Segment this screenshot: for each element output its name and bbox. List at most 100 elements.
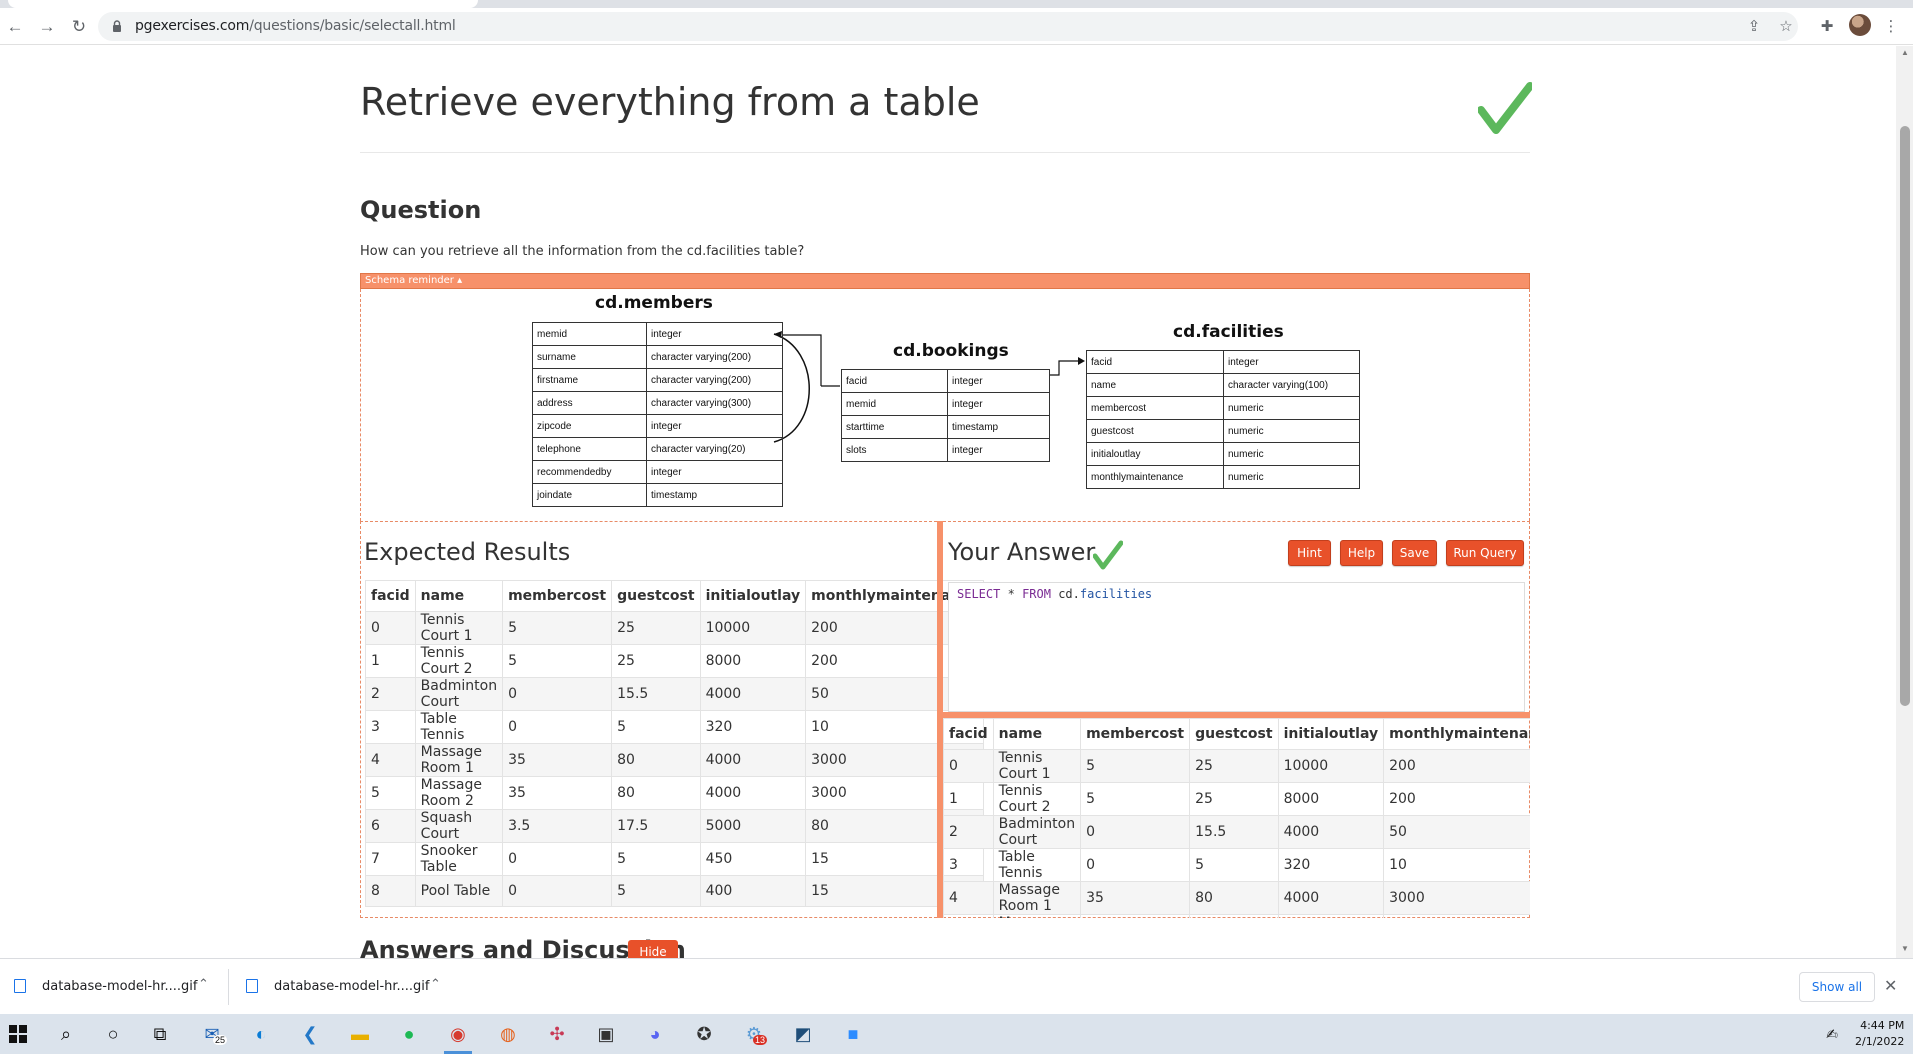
table-row: 6 Squash Court 3.5 17.5 5000 80 xyxy=(365,809,985,843)
url-text[interactable]: pgexercises.com/questions/basic/selectal… xyxy=(135,18,456,34)
close-icon[interactable]: ✕ xyxy=(1884,976,1897,996)
expected-results-panel: Expected Results facid name membercost gues… xyxy=(360,521,985,918)
column-header: membercost xyxy=(502,580,613,612)
schema-column-type: integer xyxy=(1223,350,1360,374)
download-item[interactable]: database-model-hr....gif ⌃ xyxy=(0,959,228,1015)
schema-column-type: character varying(300) xyxy=(646,391,783,415)
address-bar-row: ← → ↻ pgexercises.com/questions/basic/se… xyxy=(0,8,1913,45)
windows-taskbar: ⌕ ○ ⧉ ✉ 25 ◐ ❮ ▬ ● ◉ ◍ ✣ ▣ ◕ ✪ ⚙ 13 ◩ ■ … xyxy=(0,1014,1913,1054)
menu-kebab-icon[interactable]: ⋮ xyxy=(1880,16,1902,38)
schema-column-type: numeric xyxy=(1223,465,1360,489)
schema-column-name: memid xyxy=(841,392,948,416)
chevron-up-icon[interactable]: ⌃ xyxy=(198,976,209,992)
schema-column-type: integer xyxy=(947,438,1050,462)
table-cell: 320 xyxy=(699,710,807,744)
column-header: membercost xyxy=(1080,718,1191,750)
omnibox[interactable]: pgexercises.com/questions/basic/selectal… xyxy=(98,12,1798,41)
drawing-app-icon[interactable]: ✣ xyxy=(543,1020,571,1048)
table-cell: 2 xyxy=(943,815,994,849)
query-results-table: facid name membercost guestcost initialoutla… xyxy=(943,718,1530,918)
table-cell: Squash Court xyxy=(414,809,504,843)
active-tab[interactable] xyxy=(8,0,478,8)
reload-icon[interactable]: ↻ xyxy=(68,16,90,38)
table-cell: Massage Room 1 xyxy=(414,743,504,777)
table-row: 0 Tennis Court 1 5 25 10000 200 xyxy=(365,611,985,645)
cortana-icon[interactable]: ○ xyxy=(99,1020,127,1048)
checkmark-icon xyxy=(1478,82,1532,134)
schema-reminder-toggle[interactable]: Schema reminder ▴ xyxy=(360,273,1530,289)
table-cell: 5 xyxy=(502,644,613,678)
table-cell: 1 xyxy=(943,782,994,816)
clock[interactable]: 4:44 PM 2/1/2022 xyxy=(1855,1018,1904,1050)
back-arrow-icon[interactable]: ← xyxy=(4,16,26,38)
scroll-up-arrow-icon[interactable]: ▲ xyxy=(1900,48,1910,58)
sql-app-icon[interactable]: ◩ xyxy=(789,1020,817,1048)
schema-row: facid integer xyxy=(841,369,1050,393)
save-button[interactable]: Save xyxy=(1392,540,1437,566)
clock-time: 4:44 PM xyxy=(1860,1019,1905,1032)
url-host: pgexercises.com xyxy=(135,18,250,34)
extensions-puzzle-icon[interactable]: ✚ xyxy=(1816,16,1838,38)
vscode-icon[interactable]: ❮ xyxy=(296,1020,324,1048)
schema-column-name: surname xyxy=(532,345,647,369)
spotify-icon[interactable]: ● xyxy=(395,1020,423,1048)
search-icon[interactable]: ⌕ xyxy=(52,1020,80,1048)
scroll-down-arrow-icon[interactable]: ▼ xyxy=(1900,944,1910,954)
schema-row: membercost numeric xyxy=(1086,396,1360,420)
question-heading: Question xyxy=(360,196,482,224)
firefox-icon[interactable]: ◍ xyxy=(494,1020,522,1048)
file-icon xyxy=(14,979,26,993)
file-explorer-icon[interactable]: ▬ xyxy=(346,1020,374,1048)
download-item[interactable]: database-model-hr....gif ⌃ xyxy=(232,959,460,1015)
game-app-icon[interactable]: ▣ xyxy=(592,1020,620,1048)
url-path: /questions/basic/selectall.html xyxy=(249,18,456,34)
table-cell: 4000 xyxy=(699,743,807,777)
table-cell: Table Tennis xyxy=(992,848,1082,882)
schema-diagram: cd.members memid integer surname character … xyxy=(360,289,1530,521)
help-button[interactable]: Help xyxy=(1340,540,1383,566)
schema-row: recommendedby integer xyxy=(532,460,783,484)
table-cell: 10000 xyxy=(699,611,807,645)
table-cell: 35 xyxy=(1080,881,1191,915)
table-cell: 5 xyxy=(611,842,701,876)
table-cell: 15.5 xyxy=(611,677,701,711)
table-cell: 5000 xyxy=(699,809,807,843)
run-query-button[interactable]: Run Query xyxy=(1446,540,1524,566)
task-view-icon[interactable]: ⧉ xyxy=(146,1020,174,1048)
query-results-scroll[interactable]: facid name membercost guestcost initialoutla… xyxy=(943,718,1530,918)
schema-column-type: character varying(20) xyxy=(646,437,783,461)
table-cell: 5 xyxy=(1080,749,1191,783)
schema-column-name: address xyxy=(532,391,647,415)
schema-column-name: membercost xyxy=(1086,396,1224,420)
zoom-icon[interactable]: ■ xyxy=(839,1020,867,1048)
members-schema-table: memid integer surname character varying(200… xyxy=(532,322,783,507)
chevron-up-icon[interactable]: ⌃ xyxy=(430,976,441,992)
edge-icon[interactable]: ◐ xyxy=(247,1020,275,1048)
share-icon[interactable]: ⇪ xyxy=(1743,16,1765,38)
schema-row: surname character varying(200) xyxy=(532,345,783,369)
page-scrollbar[interactable]: ▲ ▼ xyxy=(1896,46,1913,958)
chrome-icon[interactable]: ◉ xyxy=(444,1020,472,1048)
schema-row: starttime timestamp xyxy=(841,415,1050,439)
sql-editor[interactable]: SELECT * FROM cd.facilities xyxy=(948,582,1525,712)
table-row: 1 Tennis Court 2 5 25 8000 200 xyxy=(943,782,1530,816)
schema-column-name: facid xyxy=(841,369,948,393)
pen-icon[interactable]: ✍ xyxy=(1818,1020,1846,1048)
windows-start-icon[interactable] xyxy=(4,1020,32,1048)
table-cell: 5 xyxy=(1189,848,1279,882)
schema-column-name: telephone xyxy=(532,437,647,461)
schema-column-type: integer xyxy=(646,414,783,438)
hide-button[interactable]: Hide xyxy=(628,940,678,958)
table-cell: 4000 xyxy=(1277,881,1385,915)
show-all-button[interactable]: Show all xyxy=(1799,972,1875,1002)
steam-icon[interactable]: ✪ xyxy=(690,1020,718,1048)
schema-row: firstname character varying(200) xyxy=(532,368,783,392)
scrollbar-thumb[interactable] xyxy=(1900,126,1910,706)
table-cell: 35 xyxy=(502,743,613,777)
profile-avatar[interactable] xyxy=(1849,14,1871,36)
sql-select-keyword: SELECT xyxy=(957,587,1001,601)
bookmark-star-icon[interactable]: ☆ xyxy=(1775,16,1797,38)
discord-icon[interactable]: ◕ xyxy=(641,1020,669,1048)
hint-button[interactable]: Hint xyxy=(1288,540,1331,566)
forward-arrow-icon[interactable]: → xyxy=(36,16,58,38)
